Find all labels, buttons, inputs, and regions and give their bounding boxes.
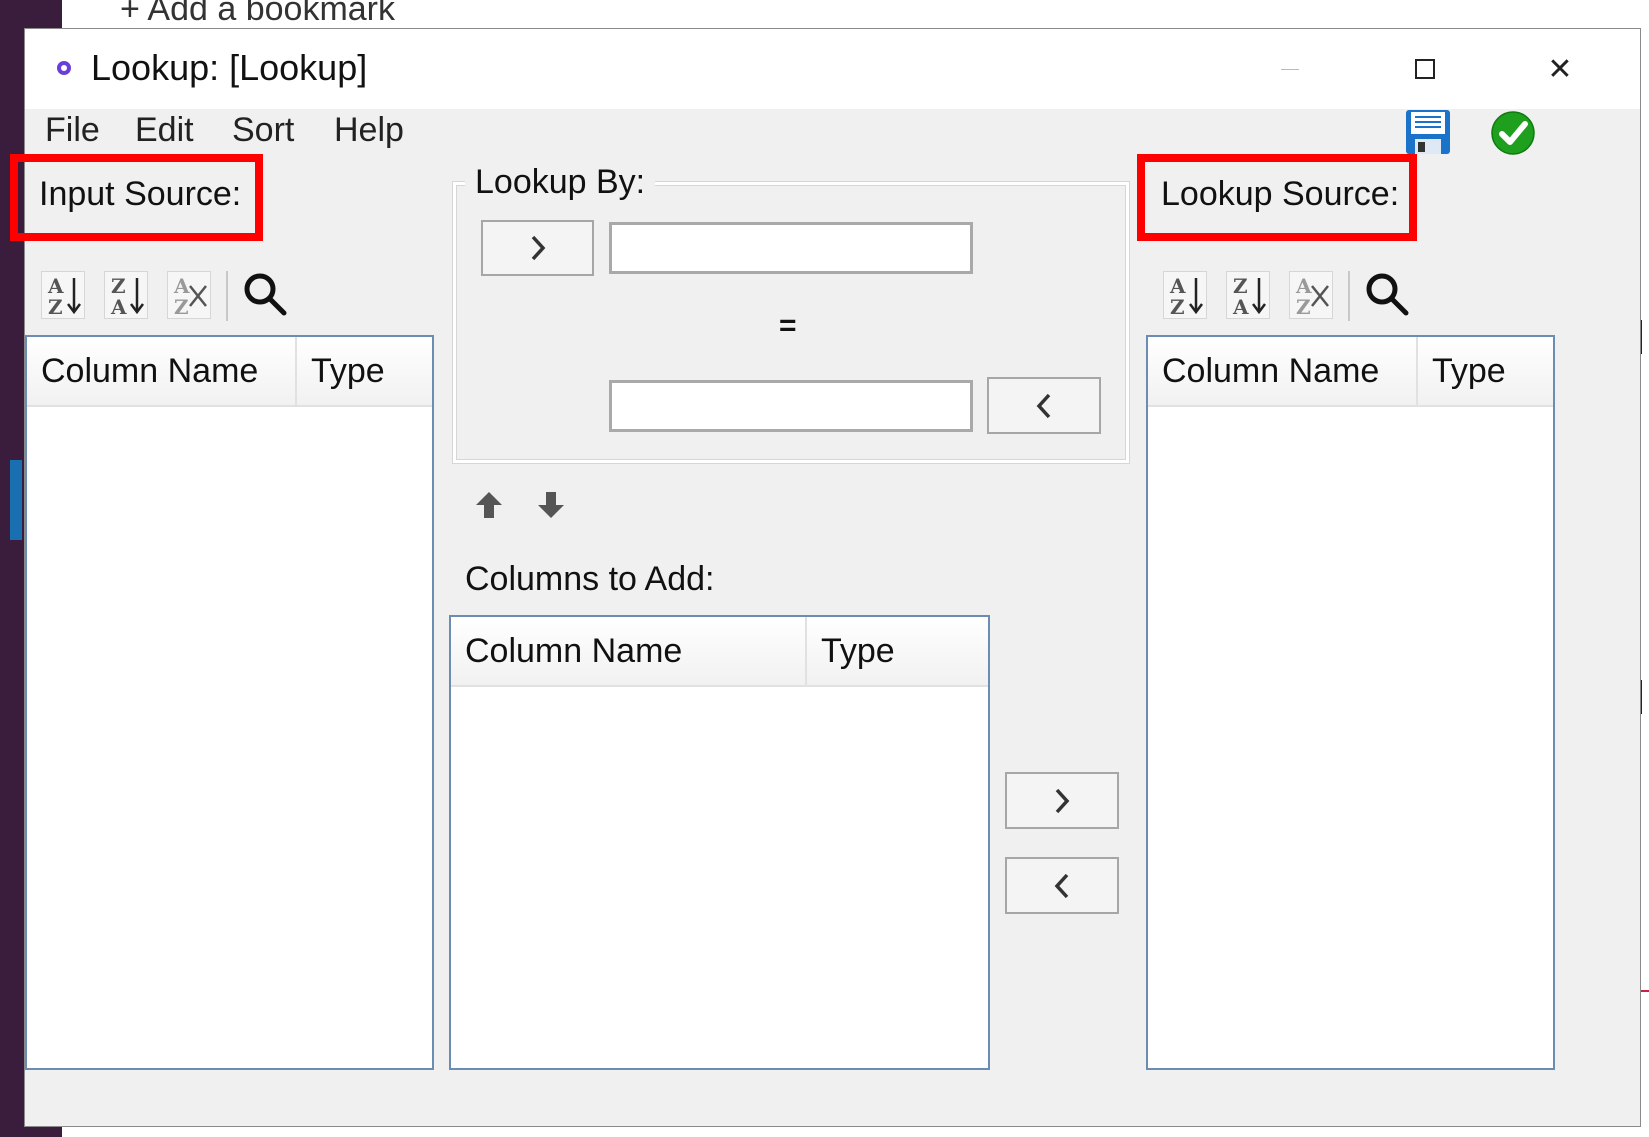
add-column-to-list-button[interactable]	[1005, 772, 1119, 829]
grid-header: Column Name Type	[451, 617, 988, 687]
sort-descending-icon: Z A	[110, 274, 144, 318]
search-button[interactable]	[1362, 269, 1412, 319]
chevron-right-icon	[1055, 788, 1070, 813]
sort-ascending-button[interactable]: A Z	[1163, 271, 1207, 319]
background-accent	[10, 460, 22, 540]
equals-sign: =	[779, 309, 797, 342]
column-header-name[interactable]: Column Name	[27, 337, 297, 405]
column-header-type[interactable]: Type	[807, 617, 988, 685]
input-source-grid[interactable]: Column Name Type	[25, 335, 434, 1070]
chevron-left-icon	[1036, 393, 1051, 418]
sort-descending-button[interactable]: Z A	[104, 271, 148, 319]
move-up-arrow-icon[interactable]	[473, 489, 505, 521]
svg-text:Z: Z	[48, 295, 63, 318]
check-icon[interactable]	[1491, 111, 1535, 155]
menu-file[interactable]: File	[45, 111, 100, 150]
lookup-dialog-window: Lookup: [Lookup] ✕ File Edit Sort Help I…	[10, 28, 1641, 1127]
svg-text:Z: Z	[1170, 295, 1185, 318]
toolbar-separator	[1348, 271, 1350, 321]
maximize-button[interactable]	[1375, 29, 1475, 109]
remove-column-from-list-button[interactable]	[1005, 857, 1119, 914]
close-icon: ✕	[1547, 52, 1573, 86]
search-button[interactable]	[240, 269, 290, 319]
clear-sort-icon: A Z	[1295, 274, 1329, 318]
close-button[interactable]: ✕	[1510, 29, 1610, 109]
svg-text:Z: Z	[1296, 295, 1311, 318]
background-bookmark-link: + Add a bookmark	[120, 0, 396, 28]
sort-descending-button[interactable]: Z A	[1226, 271, 1270, 319]
columns-to-add-label: Columns to Add:	[465, 560, 715, 598]
search-icon	[1366, 273, 1409, 316]
chevron-left-icon	[1054, 873, 1069, 898]
lookup-by-label: Lookup By:	[465, 163, 656, 202]
menu-sort[interactable]: Sort	[232, 111, 294, 150]
svg-text:A: A	[110, 295, 127, 318]
sort-descending-icon: Z A	[1232, 274, 1266, 318]
grid-header: Column Name Type	[1148, 337, 1553, 407]
input-source-label: Input Source:	[39, 175, 242, 213]
app-icon	[57, 61, 71, 75]
save-icon[interactable]	[1405, 109, 1451, 155]
minimize-button[interactable]	[1240, 29, 1340, 109]
toolbar-separator	[226, 271, 228, 321]
move-down-arrow-icon[interactable]	[535, 489, 567, 521]
add-lookup-column-button[interactable]	[987, 377, 1101, 434]
sort-ascending-icon: A Z	[1169, 274, 1203, 318]
search-icon	[244, 273, 287, 316]
column-header-type[interactable]: Type	[1418, 337, 1553, 405]
grid-header: Column Name Type	[27, 337, 432, 407]
lookup-source-grid[interactable]: Column Name Type	[1146, 335, 1555, 1070]
svg-text:A: A	[1232, 295, 1249, 318]
columns-to-add-grid[interactable]: Column Name Type	[449, 615, 990, 1070]
sort-ascending-button[interactable]: A Z	[41, 271, 85, 319]
lookup-source-label: Lookup Source:	[1161, 175, 1400, 213]
svg-text:Z: Z	[174, 295, 189, 318]
clear-sort-button[interactable]: A Z	[1289, 271, 1333, 319]
clear-sort-icon: A Z	[173, 274, 207, 318]
menu-edit[interactable]: Edit	[135, 111, 194, 150]
column-header-name[interactable]: Column Name	[1148, 337, 1418, 405]
maximize-icon	[1415, 59, 1435, 79]
lookup-input-column-field[interactable]	[609, 222, 973, 274]
minimize-icon	[1281, 68, 1299, 70]
lookup-source-column-field[interactable]	[609, 380, 973, 432]
menu-help[interactable]: Help	[334, 111, 404, 150]
column-header-type[interactable]: Type	[297, 337, 432, 405]
column-header-name[interactable]: Column Name	[451, 617, 807, 685]
window-title: Lookup: [Lookup]	[91, 47, 368, 88]
chevron-right-icon	[531, 235, 545, 261]
clear-sort-button[interactable]: A Z	[167, 271, 211, 319]
sort-ascending-icon: A Z	[47, 274, 81, 318]
add-input-column-button[interactable]	[481, 220, 594, 276]
